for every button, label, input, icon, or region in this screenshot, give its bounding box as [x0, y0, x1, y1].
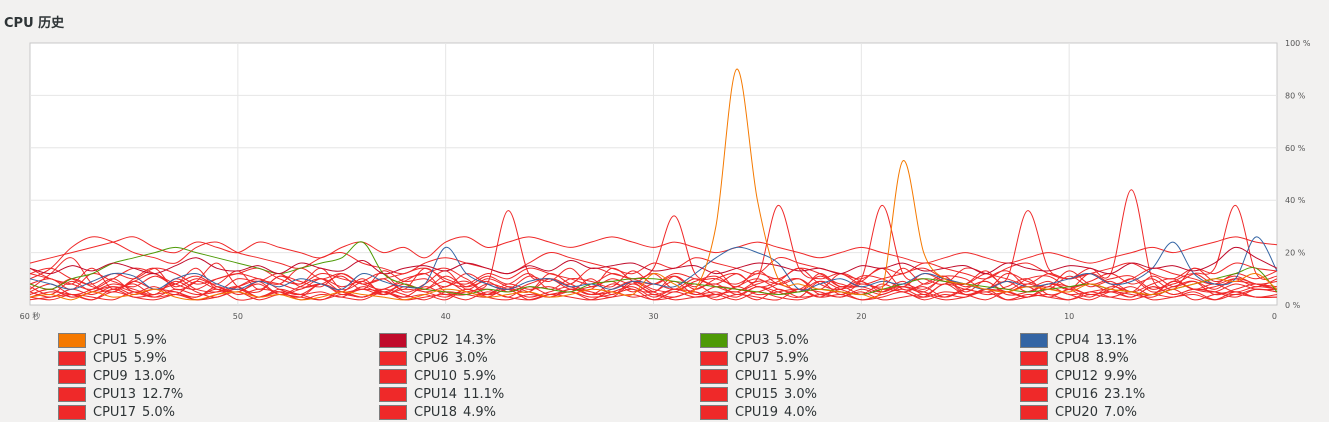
legend-cpu-name: CPU14 — [414, 386, 457, 402]
legend-item-cpu14[interactable]: CPU14 11.1% — [379, 385, 504, 403]
legend-item-cpu12[interactable]: CPU12 9.9% — [1020, 367, 1137, 385]
legend-item-cpu18[interactable]: CPU18 4.9% — [379, 403, 496, 421]
legend-cpu-name: CPU13 — [93, 386, 136, 402]
color-swatch[interactable] — [1020, 332, 1048, 348]
color-swatch[interactable] — [58, 404, 86, 420]
legend-item-cpu2[interactable]: CPU2 14.3% — [379, 331, 496, 349]
legend-item-cpu1[interactable]: CPU1 5.9% — [58, 331, 167, 349]
legend-cpu-name: CPU18 — [414, 404, 457, 420]
color-swatch[interactable] — [379, 350, 407, 366]
legend-cpu-percent: 5.9% — [462, 368, 497, 384]
legend-cpu-name: CPU8 — [1055, 350, 1090, 366]
legend-item-cpu16[interactable]: CPU16 23.1% — [1020, 385, 1145, 403]
x-tick-label: 0 — [1272, 312, 1277, 321]
legend-cpu-percent: 5.0% — [775, 332, 809, 348]
color-swatch[interactable] — [1020, 350, 1048, 366]
legend-item-cpu10[interactable]: CPU10 5.9% — [379, 367, 496, 385]
legend-cpu-percent: 14.3% — [454, 332, 497, 348]
legend-item-cpu4[interactable]: CPU4 13.1% — [1020, 331, 1137, 349]
legend-cpu-name: CPU5 — [93, 350, 128, 366]
color-swatch[interactable] — [379, 332, 407, 348]
color-swatch[interactable] — [700, 386, 728, 402]
color-swatch[interactable] — [379, 368, 407, 384]
legend-item-cpu9[interactable]: CPU9 13.0% — [58, 367, 175, 385]
legend-cpu-percent: 13.1% — [1095, 332, 1138, 348]
color-swatch[interactable] — [58, 332, 86, 348]
y-tick-label: 40 % — [1285, 196, 1306, 205]
color-swatch[interactable] — [700, 350, 728, 366]
color-swatch[interactable] — [700, 332, 728, 348]
legend-item-cpu13[interactable]: CPU13 12.7% — [58, 385, 183, 403]
color-swatch[interactable] — [58, 386, 86, 402]
legend-cpu-percent: 12.7% — [141, 386, 184, 402]
legend-item-cpu3[interactable]: CPU3 5.0% — [700, 331, 809, 349]
legend-item-cpu6[interactable]: CPU6 3.0% — [379, 349, 488, 367]
legend-cpu-name: CPU9 — [93, 368, 128, 384]
x-tick-label: 60 秒 — [20, 311, 41, 321]
legend-item-cpu11[interactable]: CPU11 5.9% — [700, 367, 817, 385]
color-swatch[interactable] — [700, 368, 728, 384]
legend-item-cpu7[interactable]: CPU7 5.9% — [700, 349, 809, 367]
legend-cpu-percent: 5.9% — [133, 332, 167, 348]
legend-cpu-percent: 4.9% — [462, 404, 497, 420]
legend-cpu-name: CPU3 — [735, 332, 770, 348]
legend-cpu-percent: 4.0% — [783, 404, 818, 420]
legend-cpu-name: CPU10 — [414, 368, 457, 384]
y-tick-label: 100 % — [1285, 39, 1311, 48]
legend-cpu-percent: 3.0% — [454, 350, 488, 366]
legend-cpu-name: CPU6 — [414, 350, 449, 366]
y-tick-label: 0 % — [1285, 301, 1301, 310]
legend-cpu-name: CPU4 — [1055, 332, 1090, 348]
legend-cpu-name: CPU1 — [93, 332, 128, 348]
legend-item-cpu17[interactable]: CPU17 5.0% — [58, 403, 175, 421]
x-tick-label: 40 — [441, 312, 451, 321]
legend-item-cpu15[interactable]: CPU15 3.0% — [700, 385, 817, 403]
x-tick-label: 30 — [648, 312, 658, 321]
color-swatch[interactable] — [379, 404, 407, 420]
legend-cpu-percent: 5.9% — [133, 350, 167, 366]
legend: CPU1 5.9% CPU2 14.3% CPU3 5.0% CPU4 13.1% CPU5 5.… — [0, 331, 1329, 421]
color-swatch[interactable] — [1020, 368, 1048, 384]
legend-cpu-name: CPU15 — [735, 386, 778, 402]
color-swatch[interactable] — [379, 386, 407, 402]
legend-cpu-name: CPU20 — [1055, 404, 1098, 420]
legend-cpu-name: CPU17 — [93, 404, 136, 420]
y-tick-label: 60 % — [1285, 144, 1306, 153]
legend-cpu-percent: 3.0% — [783, 386, 818, 402]
legend-item-cpu8[interactable]: CPU8 8.9% — [1020, 349, 1129, 367]
legend-cpu-name: CPU16 — [1055, 386, 1098, 402]
legend-cpu-percent: 11.1% — [462, 386, 505, 402]
x-tick-label: 10 — [1064, 312, 1074, 321]
color-swatch[interactable] — [58, 350, 86, 366]
legend-cpu-percent: 13.0% — [133, 368, 176, 384]
x-tick-label: 20 — [856, 312, 866, 321]
legend-cpu-percent: 5.9% — [775, 350, 809, 366]
legend-item-cpu20[interactable]: CPU20 7.0% — [1020, 403, 1137, 421]
legend-item-cpu19[interactable]: CPU19 4.0% — [700, 403, 817, 421]
legend-cpu-percent: 7.0% — [1103, 404, 1138, 420]
x-tick-label: 50 — [233, 312, 243, 321]
color-swatch[interactable] — [1020, 404, 1048, 420]
color-swatch[interactable] — [700, 404, 728, 420]
legend-cpu-name: CPU19 — [735, 404, 778, 420]
legend-cpu-percent: 9.9% — [1103, 368, 1138, 384]
color-swatch[interactable] — [58, 368, 86, 384]
legend-cpu-percent: 5.0% — [141, 404, 176, 420]
legend-cpu-name: CPU2 — [414, 332, 449, 348]
legend-cpu-percent: 5.9% — [783, 368, 818, 384]
legend-cpu-name: CPU7 — [735, 350, 770, 366]
color-swatch[interactable] — [1020, 386, 1048, 402]
legend-cpu-percent: 23.1% — [1103, 386, 1146, 402]
legend-cpu-name: CPU11 — [735, 368, 778, 384]
legend-item-cpu5[interactable]: CPU5 5.9% — [58, 349, 167, 367]
y-tick-label: 20 % — [1285, 249, 1306, 258]
y-tick-label: 80 % — [1285, 91, 1306, 100]
cpu-history-chart: 0 % 20 % 40 % 60 % 80 % 100 % 60 秒 50 40 30 20 10 0 — [20, 39, 1311, 321]
legend-cpu-name: CPU12 — [1055, 368, 1098, 384]
legend-cpu-percent: 8.9% — [1095, 350, 1129, 366]
